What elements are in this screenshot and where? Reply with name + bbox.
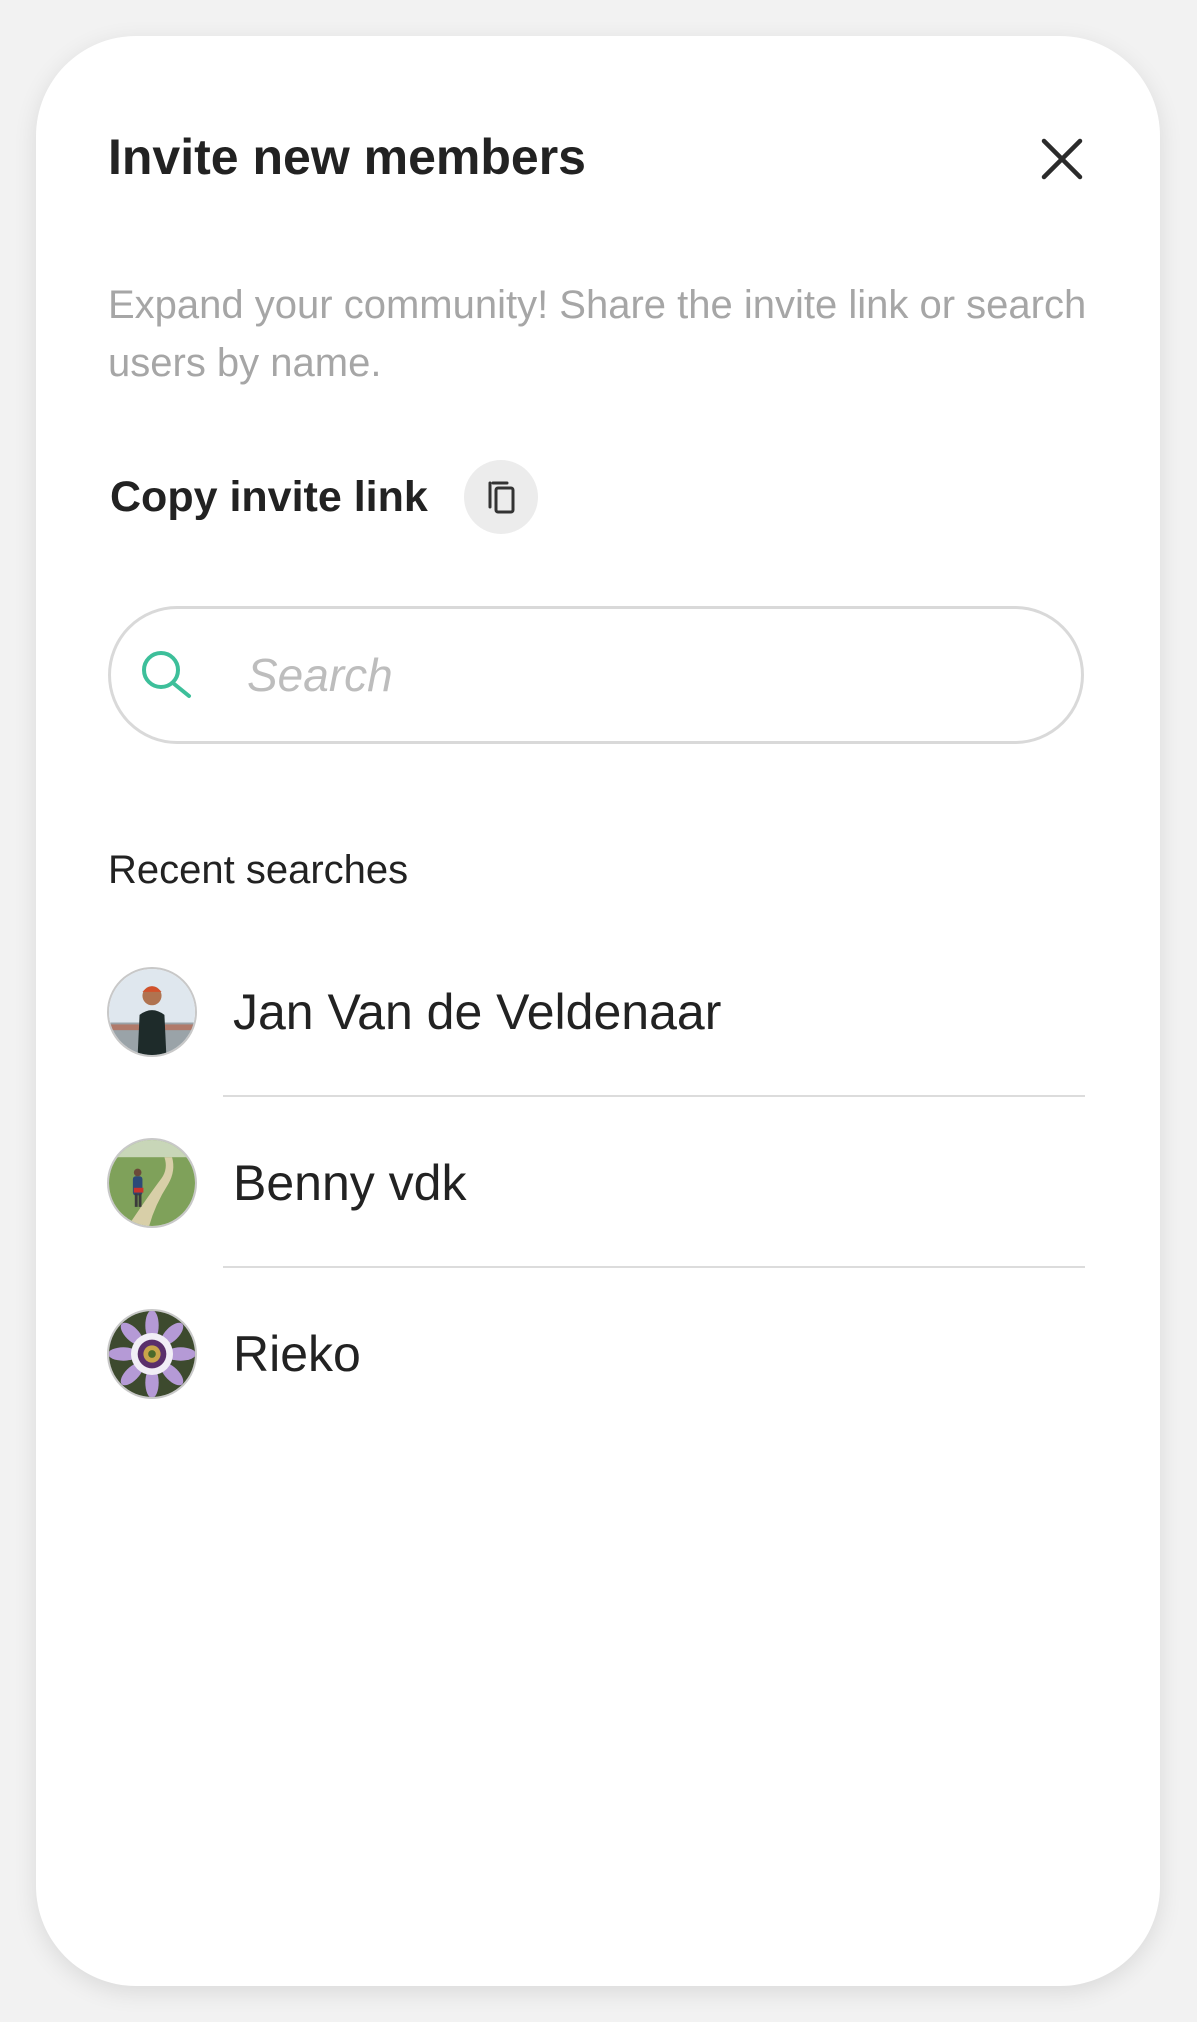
recent-search-item[interactable]: Jan Van de Veldenaar bbox=[107, 926, 1085, 1097]
recent-search-item[interactable]: Benny vdk bbox=[107, 1097, 1085, 1268]
recent-search-name: Jan Van de Veldenaar bbox=[233, 983, 722, 1040]
recent-searches-heading: Recent searches bbox=[108, 848, 409, 892]
dialog-title: Invite new members bbox=[108, 129, 586, 185]
recent-searches-list: Jan Van de Veldenaar Benny vdk Rieko bbox=[107, 926, 1085, 1439]
recent-search-name: Rieko bbox=[233, 1325, 361, 1382]
recent-search-name: Benny vdk bbox=[233, 1154, 467, 1211]
search-box[interactable] bbox=[108, 606, 1084, 744]
invite-dialog: Invite new members Expand your community… bbox=[36, 36, 1160, 1986]
avatar bbox=[107, 1137, 197, 1228]
dialog-subtitle: Expand your community! Share the invite … bbox=[108, 283, 1087, 385]
search-input[interactable] bbox=[245, 647, 1029, 703]
avatar bbox=[107, 1308, 197, 1399]
avatar bbox=[107, 966, 197, 1057]
copy-icon bbox=[481, 477, 521, 517]
copy-invite-link-row: Copy invite link bbox=[110, 460, 538, 534]
copy-invite-link-label[interactable]: Copy invite link bbox=[110, 473, 428, 522]
search-icon bbox=[137, 646, 195, 704]
copy-invite-link-button[interactable] bbox=[463, 460, 538, 534]
close-button[interactable] bbox=[1034, 131, 1090, 187]
recent-search-item[interactable]: Rieko bbox=[107, 1268, 1085, 1439]
close-icon bbox=[1034, 131, 1090, 187]
